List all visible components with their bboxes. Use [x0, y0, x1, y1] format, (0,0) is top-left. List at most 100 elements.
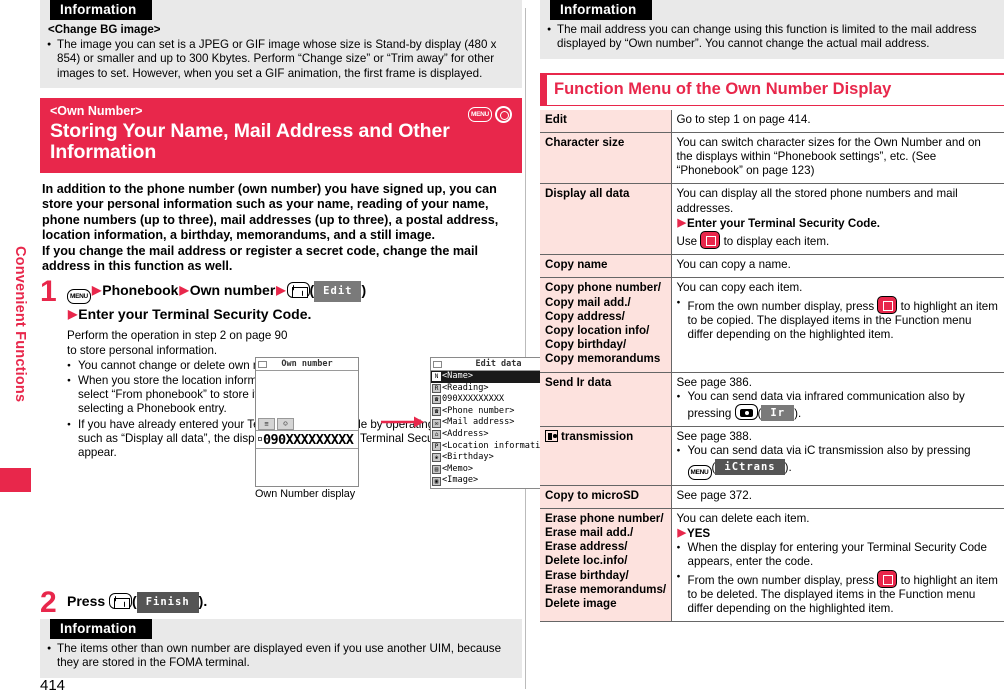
information-box-top: Information <Change BG image> The image …	[40, 0, 522, 88]
label-text: Send Ir data	[545, 375, 612, 389]
desc-bullet: When the display for entering your Termi…	[677, 541, 1001, 569]
label-text: Edit	[545, 112, 567, 126]
information-subheading: <Change BG image>	[48, 24, 161, 36]
function-menu-item-description: You can copy each item.From the own numb…	[671, 277, 1004, 373]
row-type-icon: ❀	[432, 453, 441, 463]
row-type-icon: N	[432, 372, 441, 382]
label-text: Display all data	[545, 187, 630, 201]
information-tag: Information	[50, 619, 153, 639]
signal-icon	[433, 360, 442, 368]
section-heading: Function Menu of the Own Number Display	[540, 72, 1004, 106]
desc-with-nav-key: Use to display each item.	[677, 231, 1001, 250]
chapter-sidebar: Convenient Functions	[0, 0, 40, 697]
desc-bullet-with-menu-key: You can send data via iC transmission al…	[677, 444, 1001, 480]
banner-subtitle: <Own Number>	[50, 103, 143, 118]
key-combo: (Ir).	[734, 404, 801, 422]
row-type-icon: ▣	[432, 476, 441, 486]
nav-circle-icon	[495, 105, 512, 123]
phone1-title: Own number	[281, 359, 333, 369]
banner-key-icons: MENU	[468, 105, 512, 123]
edit-data-row-label: <Image>	[442, 475, 479, 486]
key-combo: MENU(iCtrans).	[687, 458, 792, 480]
table-row: Send Ir data See page 386.You can send da…	[540, 372, 1004, 428]
number-marker-icon	[258, 437, 262, 441]
row-type-icon: R	[432, 383, 441, 393]
function-menu-item-label[interactable]: transmission	[540, 426, 672, 486]
person-icon: ☺	[277, 418, 294, 430]
desc-text: See page 372.	[676, 488, 752, 502]
column-divider	[525, 8, 526, 689]
figure-caption: Own Number display	[255, 488, 356, 500]
edit-data-row-label: 090XXXXXXXXX	[442, 394, 505, 405]
softkey-label: Ir	[761, 405, 795, 422]
arrow-icon: ▶	[92, 283, 102, 298]
step-1-number: 1	[40, 275, 57, 309]
step-2-press-label: Press	[67, 593, 106, 609]
edit-data-row-label: <Reading>	[442, 382, 489, 393]
signal-icon	[258, 360, 267, 368]
mail-key-icon	[109, 593, 133, 609]
section-banner: <Own Number> Storing Your Name, Mail Add…	[40, 97, 522, 173]
information-box-right: Information The mail address you can cha…	[540, 0, 1004, 59]
function-menu-item-label[interactable]: Erase phone number/ Erase mail add./ Era…	[540, 508, 672, 623]
phone-screen-own-number: Own number ≡ ☺ 090XXXXXXXXX	[255, 357, 359, 487]
edit-data-row-label: <Birthday>	[442, 452, 494, 463]
function-menu-item-label[interactable]: Display all data	[540, 183, 672, 256]
nav-key-icon	[700, 231, 721, 250]
function-menu-item-label[interactable]: Send Ir data	[540, 372, 672, 428]
arrow-icon: ▶	[179, 283, 189, 298]
edit-data-row-label: <Name>	[442, 371, 474, 382]
table-row: Edit Go to step 1 on page 414.	[540, 109, 1004, 133]
list-icon: ≡	[258, 418, 275, 430]
function-menu-item-description: See page 386.You can send data via infra…	[671, 372, 1004, 428]
information-tag: Information	[50, 0, 153, 20]
table-row: transmission See page 388.You can send da…	[540, 426, 1004, 486]
phone1-divider	[256, 430, 358, 431]
desc-text: You can delete each item.	[676, 511, 810, 525]
step-1-body-intro: Perform the operation in step 2 on page …	[67, 329, 288, 357]
function-menu-item-label[interactable]: Character size	[540, 132, 672, 185]
table-row: Copy name You can copy a name.	[540, 254, 1004, 279]
page-number: 414	[40, 677, 66, 694]
phone1-tabs: ≡ ☺	[258, 418, 294, 430]
intro-paragraph: In addition to the phone number (own num…	[40, 182, 522, 274]
function-menu-item-label[interactable]: Copy phone number/ Copy mail add./ Copy …	[540, 277, 672, 373]
desc-bullet-with-camera-key: You can send data via infrared communica…	[677, 390, 1001, 422]
menu-key-icon: MENU	[468, 106, 492, 122]
arrow-icon: ▶	[68, 307, 78, 322]
desc-arrow-step: ▶Enter your Terminal Security Code.	[677, 216, 1001, 231]
information-bullet: The image you can set is a JPEG or GIF i…	[40, 37, 522, 81]
intro-text: In addition to the phone number (own num…	[42, 181, 499, 273]
nav-key-icon	[877, 295, 898, 314]
phone1-own-number: 090XXXXXXXXX	[258, 432, 354, 448]
table-row: Character size You can switch character s…	[540, 132, 1004, 185]
desc-arrow-text: YES	[686, 527, 711, 541]
arrow-icon: ▶	[276, 283, 286, 298]
edit-data-row-label: <Memo>	[442, 463, 474, 474]
edit-data-row-label: <Location information>	[442, 440, 556, 451]
step-1-target-1: Phonebook	[102, 282, 179, 299]
desc-bullet-with-nav-key: From the own number display, press to hi…	[677, 569, 1001, 617]
table-row: Copy phone number/ Copy mail add./ Copy …	[540, 277, 1004, 373]
phone1-titlebar: Own number	[256, 358, 358, 371]
desc-text: See page 388.	[676, 430, 752, 444]
step-2-number: 2	[40, 586, 57, 619]
function-menu-item-label[interactable]: Copy to microSD	[540, 485, 672, 509]
edit-data-row-label: <Phone number>	[442, 405, 515, 416]
softkey-label: iCtrans	[715, 458, 785, 475]
label-text: Character size	[545, 135, 625, 149]
function-menu-table: Edit Go to step 1 on page 414. Character s…	[540, 109, 1004, 623]
desc-bullet-with-nav-key: From the own number display, press to hi…	[677, 295, 1001, 343]
function-menu-item-description: You can copy a name.	[671, 254, 1004, 279]
desc-arrow-text: Enter your Terminal Security Code.	[686, 216, 881, 230]
row-type-icon: ✉	[432, 418, 441, 428]
function-menu-item-label[interactable]: Copy name	[540, 254, 672, 279]
left-column: Information <Change BG image> The image …	[40, 0, 567, 697]
information-tag: Information	[550, 0, 653, 20]
phone1-divider-2	[256, 448, 358, 449]
softkey-label-edit: Edit	[314, 281, 362, 303]
row-type-icon: ☎	[432, 407, 441, 417]
function-menu-item-label[interactable]: Edit	[540, 109, 672, 133]
label-text: transmission	[561, 430, 634, 444]
edit-data-row-label: <Mail address>	[442, 417, 515, 428]
